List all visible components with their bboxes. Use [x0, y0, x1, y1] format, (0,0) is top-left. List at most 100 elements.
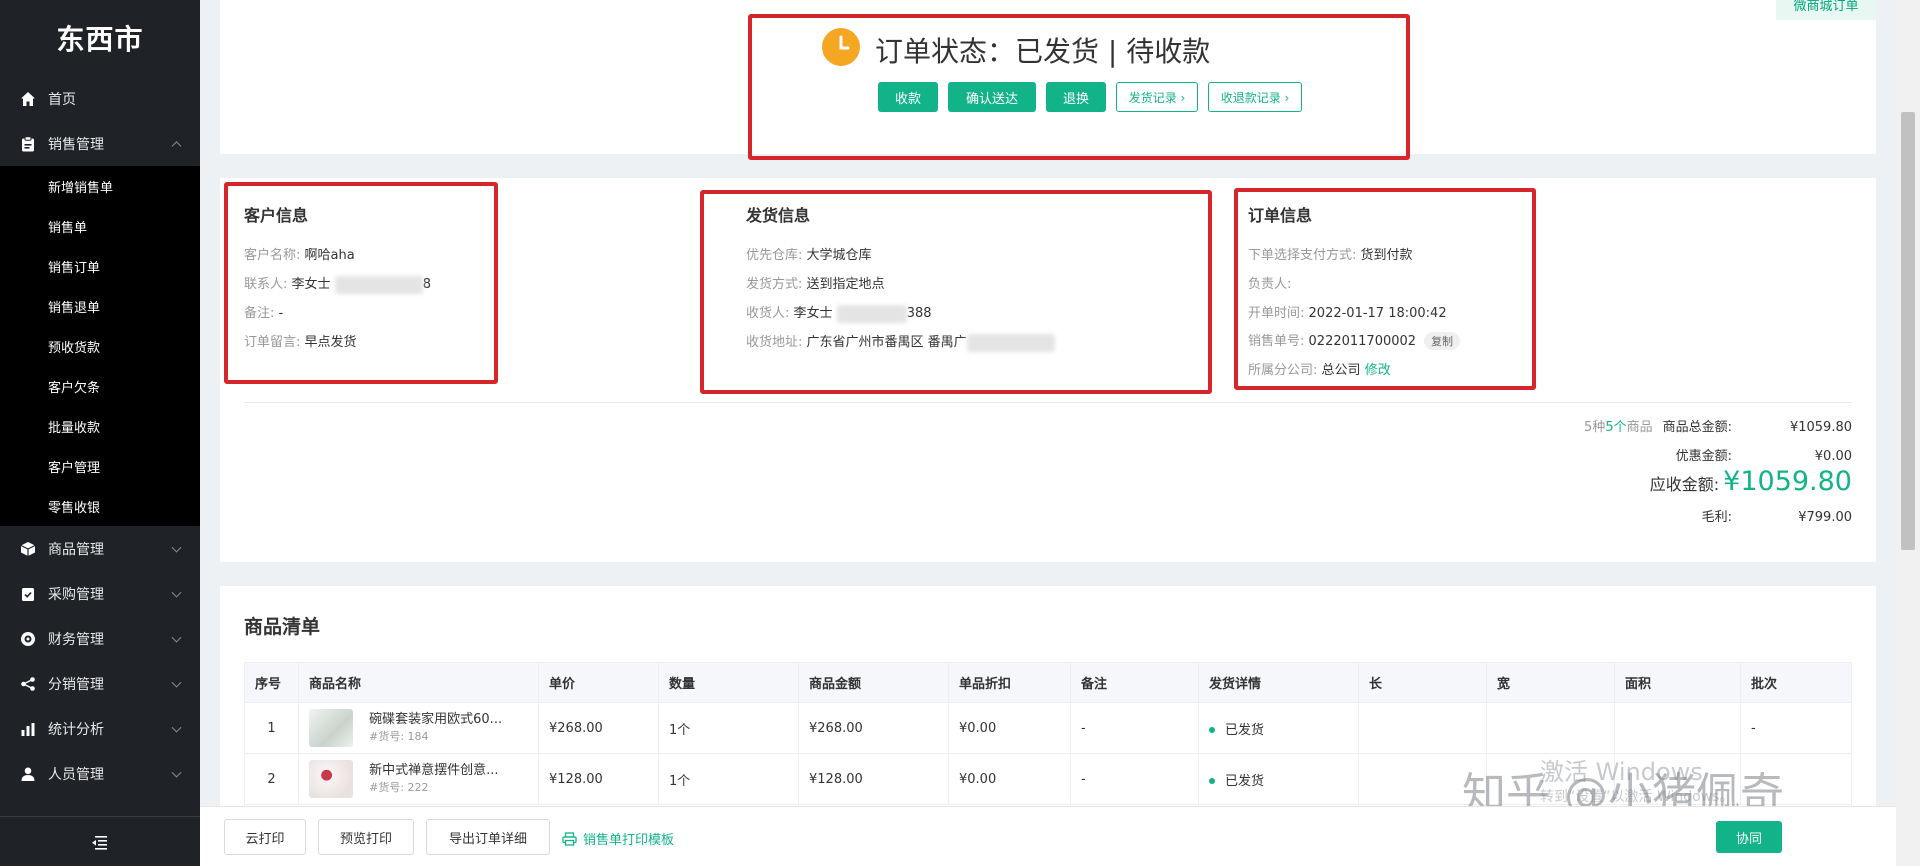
row-remark: -: [1070, 702, 1199, 754]
chevron-down-icon: [171, 587, 182, 598]
wechat-mall-order-tag: 微商城订单: [1776, 0, 1876, 20]
ship-status: 已发货: [1225, 773, 1265, 789]
menu-collapse-icon: [92, 835, 107, 850]
bar-chart-icon: [20, 721, 36, 737]
print-template-label: 销售单打印模板: [583, 833, 675, 848]
sidebar-item-new-sale[interactable]: 新增销售单: [0, 166, 200, 206]
profit-label: 毛利:: [1701, 510, 1732, 525]
discount-label: 优惠金额:: [1675, 449, 1732, 464]
col-ship-detail: 发货详情: [1198, 662, 1359, 703]
row-length: [1358, 702, 1487, 754]
goods-total-value: ¥1059.80: [1789, 420, 1852, 435]
sidebar-item-retail-pos[interactable]: 零售收银: [0, 486, 200, 526]
goods-total-row: 5种5个商品 商品总金额: ¥1059.80: [1584, 416, 1852, 435]
nav-home[interactable]: 首页: [0, 76, 200, 121]
col-discount: 单品折扣: [948, 662, 1071, 703]
row-product[interactable]: 新中式禅意摆件创意... #货号: 222: [298, 753, 539, 805]
product-name: 碗碟套装家用欧式60...: [369, 712, 503, 727]
sidebar-item-prepayment[interactable]: 预收货款: [0, 326, 200, 366]
nav-goods-label: 商品管理: [48, 541, 104, 558]
page-scrollbar[interactable]: [1896, 0, 1920, 866]
receivable-row: 应收金额: ¥1059.80: [1650, 466, 1852, 497]
collaborate-button[interactable]: 协同: [1716, 821, 1782, 853]
row-product[interactable]: 碗碟套装家用欧式60... #货号: 184: [298, 702, 539, 754]
goods-kinds-text: 5种5个商品: [1584, 416, 1653, 435]
row-qty: 1个: [658, 702, 799, 754]
nav-goods[interactable]: 商品管理: [0, 526, 200, 571]
col-amount: 商品金额: [798, 662, 949, 703]
nav-finance[interactable]: 财务管理: [0, 616, 200, 661]
col-index: 序号: [244, 662, 299, 703]
cloud-print-button[interactable]: 云打印: [224, 819, 306, 855]
nav-purchase[interactable]: 采购管理: [0, 571, 200, 616]
row-index: 2: [244, 753, 299, 805]
nav-distribution-label: 分销管理: [48, 676, 104, 693]
row-ship-detail: 已发货: [1198, 702, 1359, 754]
sidebar-item-customer-iou[interactable]: 客户欠条: [0, 366, 200, 406]
export-order-button[interactable]: 导出订单详细: [426, 819, 550, 855]
ship-status: 已发货: [1225, 722, 1265, 738]
sidebar-item-sales-return[interactable]: 销售退单: [0, 286, 200, 326]
chevron-down-icon: [171, 632, 182, 643]
user-icon: [20, 766, 36, 782]
main-content: 微商城订单 订单状态：已发货 | 待收款 收款 确认送达 退换 发货记录 › 收…: [200, 0, 1900, 866]
col-area: 面积: [1614, 662, 1741, 703]
product-sku: #货号: 184: [369, 730, 429, 743]
nav-sales-label: 销售管理: [48, 136, 104, 153]
action-footer: 云打印 预览打印 导出订单详细 销售单打印模板 协同: [200, 806, 1900, 866]
share-icon: [20, 676, 36, 692]
nav-sales[interactable]: 销售管理: [0, 121, 200, 166]
box-icon: [20, 541, 36, 557]
row-index: 1: [244, 702, 299, 754]
table-header-row: 序号 商品名称 单价 数量 商品金额 单品折扣 备注 发货详情 长 宽 面积 批…: [244, 662, 1852, 703]
highlight-box-customer: [224, 182, 498, 384]
nav-statistics-label: 统计分析: [48, 721, 104, 738]
nav-finance-label: 财务管理: [48, 631, 104, 648]
highlight-box-status: [748, 14, 1410, 160]
sidebar-item-batch-collect[interactable]: 批量收款: [0, 406, 200, 446]
scrollbar-thumb[interactable]: [1901, 112, 1915, 550]
sidebar: 东西市 首页 销售管理 新增销售单 销售单 销售订单 销售退单 预收货款 客户欠…: [0, 0, 200, 866]
row-amount: ¥268.00: [798, 702, 949, 754]
nav-statistics[interactable]: 统计分析: [0, 706, 200, 751]
col-remark: 备注: [1070, 662, 1199, 703]
discount-row: 优惠金额: ¥0.00: [1676, 445, 1852, 464]
sales-submenu: 新增销售单 销售单 销售订单 销售退单 预收货款 客户欠条 批量收款 客户管理 …: [0, 166, 200, 526]
col-width: 宽: [1486, 662, 1615, 703]
collapse-sidebar-button[interactable]: [0, 816, 200, 866]
goods-list-title: 商品清单: [244, 616, 321, 638]
nav-staff-label: 人员管理: [48, 766, 104, 783]
nav-home-label: 首页: [48, 91, 76, 108]
printer-icon: [562, 831, 577, 846]
status-dot: [1209, 778, 1215, 784]
sidebar-item-sales-order[interactable]: 销售订单: [0, 246, 200, 286]
preview-print-button[interactable]: 预览打印: [318, 819, 414, 855]
row-discount: ¥0.00: [948, 702, 1071, 754]
product-name-block: 新中式禅意摆件创意... #货号: 222: [369, 762, 498, 796]
goods-count-link[interactable]: 5个: [1605, 420, 1626, 435]
nav-distribution[interactable]: 分销管理: [0, 661, 200, 706]
row-price: ¥268.00: [538, 702, 659, 754]
row-ship-detail: 已发货: [1198, 753, 1359, 805]
nav-purchase-label: 采购管理: [48, 586, 104, 603]
chevron-up-icon: [171, 140, 182, 151]
receivable-value: ¥1059.80: [1723, 466, 1852, 497]
receivable-label: 应收金额:: [1649, 475, 1720, 494]
row-remark: -: [1070, 753, 1199, 805]
sidebar-item-sales-slip[interactable]: 销售单: [0, 206, 200, 246]
sidebar-item-customer-mgmt[interactable]: 客户管理: [0, 446, 200, 486]
goods-kinds-pre: 5种: [1584, 420, 1606, 435]
row-discount: ¥0.00: [948, 753, 1071, 805]
nav-staff[interactable]: 人员管理: [0, 751, 200, 796]
highlight-box-shipping: [700, 190, 1212, 394]
col-length: 长: [1358, 662, 1487, 703]
print-template-link[interactable]: 销售单打印模板: [562, 829, 674, 848]
product-name-block: 碗碟套装家用欧式60... #货号: 184: [369, 711, 502, 745]
home-icon: [20, 91, 36, 107]
clipboard-icon: [20, 135, 36, 152]
chevron-down-icon: [171, 722, 182, 733]
info-divider: [244, 402, 1852, 403]
row-qty: 1个: [658, 753, 799, 805]
product-name: 新中式禅意摆件创意...: [369, 763, 499, 778]
product-thumbnail: [309, 709, 353, 747]
